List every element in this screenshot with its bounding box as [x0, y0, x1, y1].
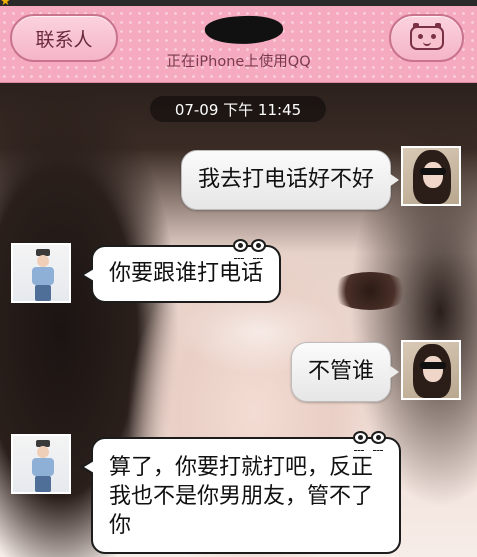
profile-button[interactable]	[389, 14, 464, 62]
message-bubble-received[interactable]: 算了，你要打就打吧，反正我也不是你男朋友，管不了你	[80, 431, 401, 554]
star-icon: ★	[0, 0, 11, 8]
status-bar	[0, 0, 477, 6]
redacted-contact-name	[204, 13, 284, 47]
message-bubble-sent[interactable]: 我去打电话好不好	[180, 150, 400, 210]
my-avatar[interactable]	[401, 146, 461, 206]
face-icon	[409, 23, 444, 50]
message-text: 我去打电话好不好	[197, 167, 374, 192]
message-bubble-sent[interactable]: 不管谁	[290, 342, 400, 402]
message-bubble-received[interactable]: 你要跟谁打电话	[79, 239, 282, 303]
message-text: 不管谁	[307, 359, 374, 384]
contacts-button-label: 联系人	[35, 28, 93, 51]
contact-avatar[interactable]	[11, 243, 71, 303]
message-text: 算了，你要打就打吧，反正我也不是你男朋友，管不了你	[109, 455, 374, 538]
message-text: 你要跟谁打电话	[109, 261, 264, 286]
contact-avatar[interactable]	[11, 434, 71, 494]
bubble-eyes-icon	[351, 431, 391, 451]
bubble-eyes-icon	[231, 239, 271, 259]
background-eye-right	[330, 272, 410, 310]
chat-header: ★ 联系人 正在iPhone上使用QQ	[0, 0, 477, 83]
my-avatar[interactable]	[401, 340, 461, 400]
message-timestamp: 07-09 下午 11:45	[150, 96, 326, 122]
